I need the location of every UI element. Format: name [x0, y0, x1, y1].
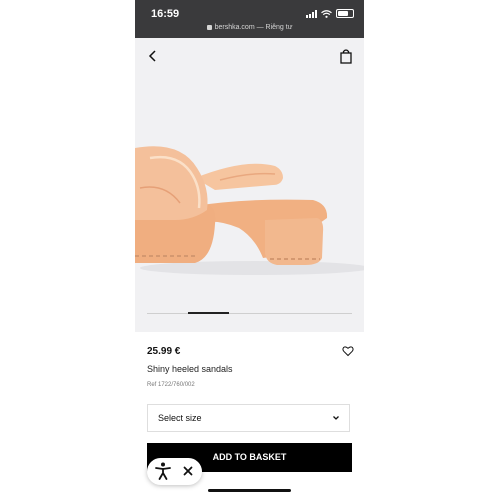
product-ref: Ref 1722/760/002 [147, 382, 195, 388]
close-icon[interactable] [181, 464, 195, 478]
address-bar[interactable]: bershka.com — Riêng tư [135, 24, 364, 31]
status-bar: 16:59 bershka.com — Riêng tư [135, 0, 364, 38]
product-name: Shiny heeled sandals [147, 364, 233, 374]
status-time: 16:59 [151, 8, 180, 20]
status-icons [306, 9, 354, 18]
chevron-down-icon [333, 416, 339, 420]
size-select[interactable]: Select size [147, 404, 350, 432]
heart-icon[interactable] [342, 345, 354, 357]
lock-icon [206, 24, 212, 30]
phone-screen: 16:59 bershka.com — Riêng tư 25.99 € Shi… [135, 0, 364, 498]
product-image [135, 146, 364, 275]
battery-icon [336, 9, 354, 18]
size-select-label: Select size [158, 413, 202, 423]
signal-icon [306, 9, 317, 18]
gallery-progress-track [147, 312, 352, 314]
chevron-left-icon[interactable] [145, 48, 161, 64]
shopping-bag-icon[interactable] [338, 48, 354, 64]
accessibility-widget [147, 458, 202, 485]
product-price: 25.99 € [147, 346, 181, 357]
home-indicator [208, 489, 291, 492]
url-text: bershka.com — Riêng tư [214, 24, 293, 31]
product-gallery[interactable] [135, 38, 364, 332]
gallery-progress-indicator [188, 312, 229, 314]
accessibility-person-icon[interactable] [153, 461, 173, 481]
wifi-icon [321, 9, 332, 18]
